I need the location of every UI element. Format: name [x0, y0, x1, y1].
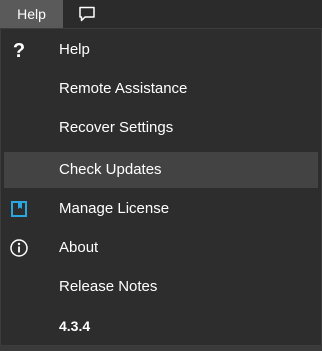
menu-item-label: Recover Settings [59, 119, 174, 136]
chat-bubble-icon[interactable] [78, 6, 96, 22]
menu-item-label: About [59, 239, 99, 256]
question-mark-icon: ? [13, 40, 25, 60]
info-circle-icon [10, 239, 28, 257]
menu-item-manage-license[interactable]: Manage License [4, 191, 318, 227]
menu-item-recover-settings[interactable]: Recover Settings [4, 110, 318, 146]
menu-item-check-updates[interactable]: Check Updates [4, 152, 318, 188]
menu-item-label: Release Notes [59, 278, 158, 295]
menu-item-label: Check Updates [59, 161, 162, 178]
svg-text:?: ? [13, 40, 25, 60]
menu-item-label: Manage License [59, 200, 170, 217]
bookmark-icon [11, 201, 27, 217]
help-menu[interactable]: Help [0, 0, 63, 28]
bottom-divider [0, 346, 322, 351]
menu-item-remote-assistance[interactable]: Remote Assistance [4, 71, 318, 107]
menu-item-release-notes[interactable]: Release Notes [4, 269, 318, 305]
menu-item-help[interactable]: ? Help [4, 32, 318, 68]
menu-item-label: Help [59, 41, 90, 58]
version-label: 4.3.4 [4, 308, 318, 344]
menu-item-label: Remote Assistance [59, 80, 188, 97]
menu-bar: Help [0, 0, 322, 28]
menu-item-about[interactable]: About [4, 230, 318, 266]
help-dropdown-menu: ? Help Remote Assistance Recover Setting… [0, 28, 322, 346]
version-number: 4.3.4 [59, 318, 91, 334]
